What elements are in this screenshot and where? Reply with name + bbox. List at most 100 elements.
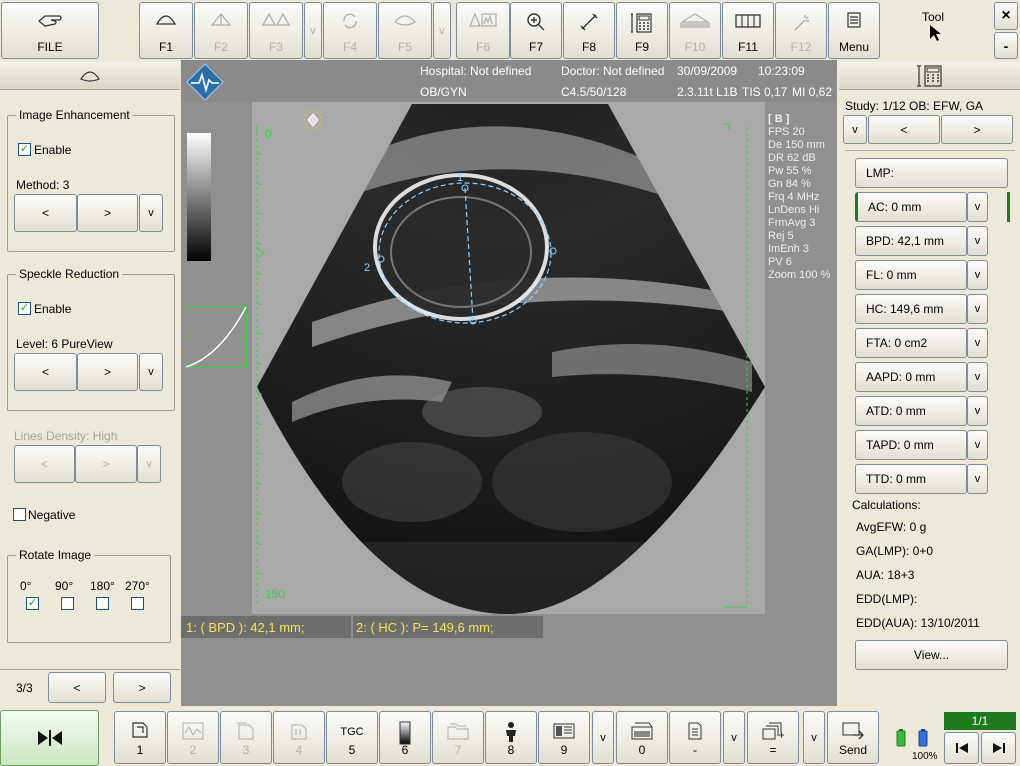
measurement-button-0[interactable]: AC: 0 mm — [855, 192, 967, 222]
measurement-dropdown-6[interactable]: v — [967, 396, 988, 426]
bottom-button-dash-label: - — [693, 743, 697, 757]
f3-dropdown[interactable]: v — [304, 2, 322, 59]
f12-label: F12 — [790, 40, 812, 54]
left-page-prev-button[interactable]: < — [48, 672, 106, 703]
depth-bottom-label: 150 — [265, 587, 286, 601]
study-prev-button[interactable]: < — [868, 115, 940, 144]
left-panel-header — [0, 62, 180, 90]
measurement-dropdown-3[interactable]: v — [967, 294, 988, 324]
left-page-indicator: 3/3 — [16, 681, 33, 695]
param-power: Pw 55 % — [768, 165, 812, 177]
speckle-reduction-title: Speckle Reduction — [16, 267, 123, 281]
f12-button[interactable]: F12 — [775, 2, 827, 59]
ultrasound-sector-image — [256, 104, 765, 614]
method-next-button[interactable]: > — [77, 194, 138, 232]
3d-mode-icon — [210, 12, 232, 26]
measurement-button-2[interactable]: FL: 0 mm — [855, 260, 967, 290]
speckle-enable-label[interactable]: Enable — [34, 302, 71, 316]
send-button[interactable]: Send — [827, 711, 879, 764]
bottom-button-4[interactable]: 4 — [273, 711, 325, 764]
bottom-button-eq-dropdown[interactable]: v — [803, 711, 825, 764]
rotate-0-checkbox[interactable]: ✓ — [26, 597, 39, 610]
measurement-dropdown-5[interactable]: v — [967, 362, 988, 392]
lines-density-next-label: > — [102, 457, 110, 471]
measurement-dropdown-2[interactable]: v — [967, 260, 988, 290]
speckle-dropdown[interactable]: v — [139, 353, 163, 391]
f9-button[interactable]: F9 — [616, 2, 668, 59]
rotate-180-checkbox[interactable] — [96, 597, 109, 610]
lines-density-dropdown[interactable]: v — [137, 445, 161, 483]
bottom-button-2[interactable]: 2 — [167, 711, 219, 764]
bottom-button-0[interactable]: 0 — [616, 711, 668, 764]
file-button[interactable]: FILE — [1, 2, 99, 59]
left-page-prev-label: < — [73, 680, 81, 695]
f7-button[interactable]: F7 — [510, 2, 562, 59]
image-enhancement-enable-label[interactable]: Enable — [34, 143, 71, 157]
bottom-button-8[interactable]: 8 — [485, 711, 537, 764]
view-button[interactable]: View... — [855, 640, 1008, 670]
lines-density-next-button[interactable]: > — [75, 445, 137, 483]
study-next-button[interactable]: > — [941, 115, 1013, 144]
ultrasound-viewport[interactable]: Hospital: Not defined Doctor: Not define… — [181, 60, 837, 706]
tgc-button[interactable]: TGC 5 — [326, 711, 378, 764]
f4-button[interactable]: F4 — [323, 2, 377, 59]
bottom-button-9[interactable]: 9 — [538, 711, 590, 764]
study-dropdown[interactable]: v — [843, 115, 867, 144]
lines-density-prev-button[interactable]: < — [14, 445, 75, 483]
cine-last-button[interactable] — [981, 732, 1016, 764]
measurement-dropdown-4[interactable]: v — [967, 328, 988, 358]
measurement-button-1[interactable]: BPD: 42,1 mm — [855, 226, 967, 256]
measurement-dropdown-7[interactable]: v — [967, 430, 988, 460]
measurement-button-6[interactable]: ATD: 0 mm — [855, 396, 967, 426]
measurement-button-8[interactable]: TTD: 0 mm — [855, 464, 967, 494]
rotate-90-checkbox[interactable] — [61, 597, 74, 610]
menu-button[interactable]: Menu — [828, 2, 880, 59]
measurement-button-3[interactable]: HC: 149,6 mm — [855, 294, 967, 324]
method-dropdown[interactable]: v — [139, 194, 163, 232]
f1-button[interactable]: F1 — [139, 2, 193, 59]
speckle-next-button[interactable]: > — [77, 353, 138, 391]
bottom-button-1[interactable]: 1 — [114, 711, 166, 764]
bottom-button-dash[interactable]: - — [669, 711, 721, 764]
bottom-button-3[interactable]: 3 — [220, 711, 272, 764]
measurement-button-4[interactable]: FTA: 0 cm2 — [855, 328, 967, 358]
f11-button[interactable]: F11 — [722, 2, 774, 59]
f10-button[interactable]: F10 — [669, 2, 721, 59]
param-depth: De 150 mm — [768, 139, 825, 151]
left-page-next-button[interactable]: > — [113, 672, 171, 703]
probe-multi-icon — [291, 724, 307, 740]
measurement-button-5[interactable]: AAPD: 0 mm — [855, 362, 967, 392]
measurement-button-7[interactable]: TAPD: 0 mm — [855, 430, 967, 460]
measurement-dropdown-1[interactable]: v — [967, 226, 988, 256]
method-prev-button[interactable]: < — [14, 194, 77, 232]
speckle-prev-button[interactable]: < — [14, 353, 77, 391]
close-button[interactable]: × — [994, 2, 1018, 30]
bottom-button-6[interactable]: 6 — [379, 711, 431, 764]
negative-label[interactable]: Negative — [28, 508, 75, 522]
f6-button[interactable]: F6 — [456, 2, 510, 59]
f2-button[interactable]: F2 — [194, 2, 248, 59]
negative-checkbox[interactable] — [13, 508, 26, 521]
f8-button[interactable]: F8 — [563, 2, 615, 59]
f3-button[interactable]: F3 — [249, 2, 303, 59]
bottom-button-7[interactable]: 7 — [432, 711, 484, 764]
measurement-dropdown-0[interactable]: v — [967, 192, 988, 222]
measurement-dropdown-8[interactable]: v — [967, 464, 988, 494]
f5-button[interactable]: F5 — [378, 2, 432, 59]
param-gain: Gn 84 % — [768, 178, 811, 190]
cine-first-button[interactable] — [944, 732, 979, 764]
speckle-enable-checkbox[interactable]: ✓ — [18, 302, 31, 315]
f5-dropdown[interactable]: v — [433, 2, 451, 59]
speckle-prev-label: < — [41, 365, 49, 379]
focus-marker-icon[interactable] — [304, 111, 322, 129]
rotate-270-checkbox[interactable] — [131, 597, 144, 610]
image-enhancement-enable-checkbox[interactable]: ✓ — [18, 143, 31, 156]
bottom-button-dash-dropdown[interactable]: v — [723, 711, 745, 764]
bottom-button-eq[interactable]: = — [747, 711, 799, 764]
gamma-curve-graph[interactable]: < > — [185, 306, 247, 368]
minimize-button[interactable]: - — [994, 32, 1018, 59]
lmp-button[interactable]: LMP: — [855, 158, 1008, 188]
pointer-icon[interactable] — [929, 24, 943, 42]
freeze-button[interactable] — [0, 710, 99, 766]
bottom-button-9-dropdown[interactable]: v — [592, 711, 614, 764]
